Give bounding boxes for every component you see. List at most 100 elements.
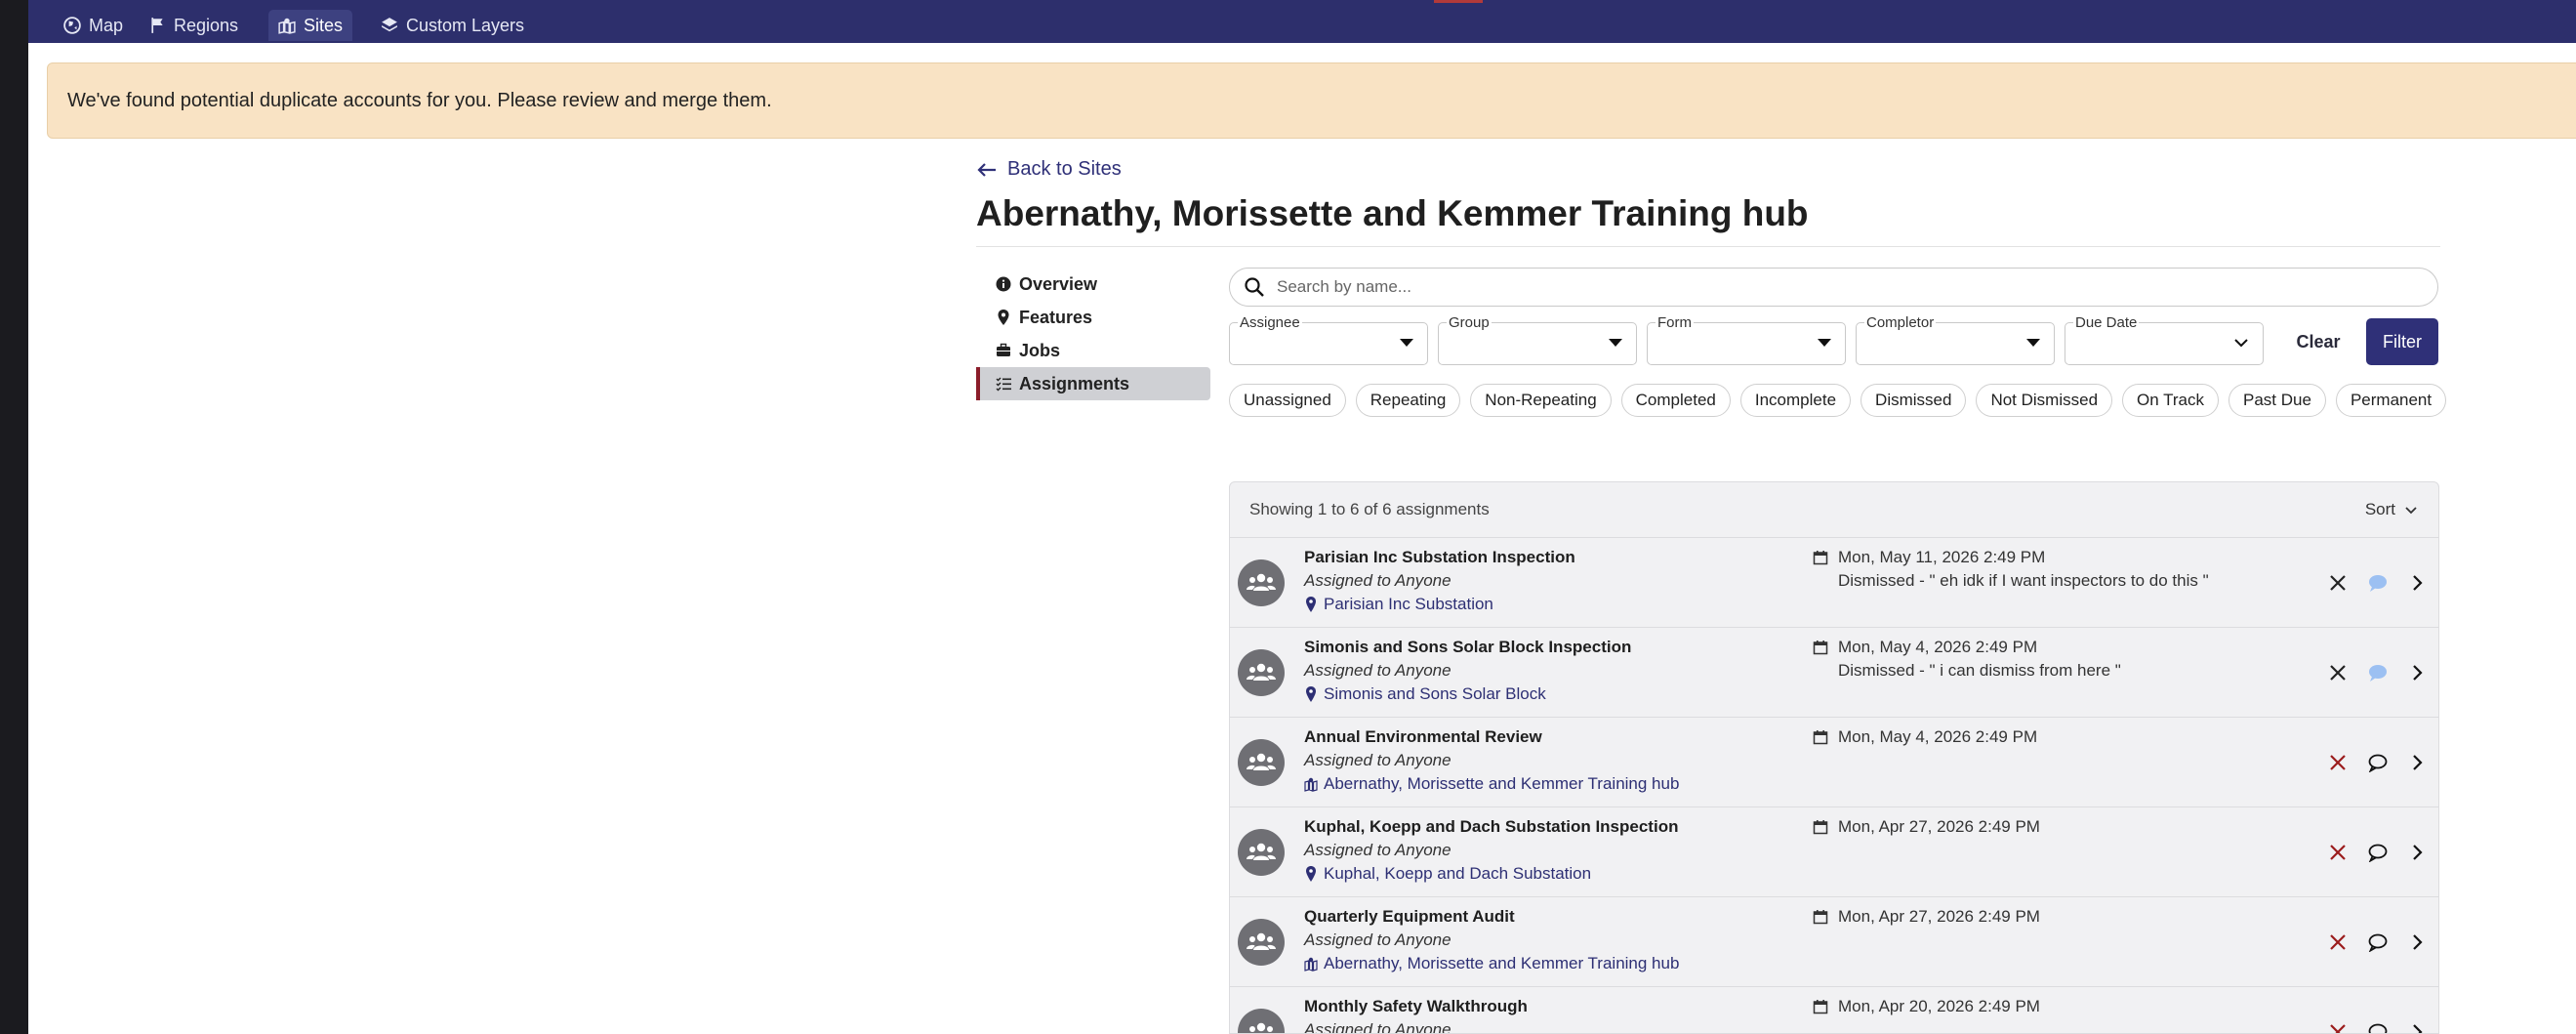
sort-label: Sort xyxy=(2364,500,2395,518)
assignee-text: Assigned to Anyone xyxy=(1304,661,1452,680)
nav-regions[interactable]: Regions xyxy=(139,10,248,41)
comment-outline-icon[interactable] xyxy=(2367,1022,2389,1034)
dismiss-icon[interactable] xyxy=(2328,1022,2348,1034)
sort-dropdown[interactable]: Sort xyxy=(2365,500,2419,519)
chip-past-due[interactable]: Past Due xyxy=(2228,384,2326,417)
assignment-row[interactable]: Monthly Safety Walkthrough Assigned to An… xyxy=(1230,987,2438,1034)
form-label: Form xyxy=(1656,314,1694,331)
dismiss-icon[interactable] xyxy=(2328,573,2348,593)
chevron-right-icon[interactable] xyxy=(2410,933,2424,951)
chip-on-track[interactable]: On Track xyxy=(2122,384,2220,417)
assignment-row[interactable]: Simonis and Sons Solar Block Inspection A… xyxy=(1230,628,2438,718)
dismiss-icon[interactable] xyxy=(2328,932,2348,952)
comment-outline-icon[interactable] xyxy=(2367,753,2389,772)
nav-sites[interactable]: Sites xyxy=(268,10,353,41)
chevron-right-icon[interactable] xyxy=(2410,844,2424,861)
assignment-title[interactable]: Annual Environmental Review xyxy=(1304,727,1542,747)
users-icon xyxy=(1247,843,1276,860)
group-select[interactable]: Group xyxy=(1438,314,1637,365)
chevron-right-icon[interactable] xyxy=(2410,754,2424,771)
group-avatar xyxy=(1238,739,1285,786)
assignment-row[interactable]: Annual Environmental Review Assigned to A… xyxy=(1230,718,2438,807)
form-select[interactable]: Form xyxy=(1647,314,1846,365)
users-icon xyxy=(1247,663,1276,681)
assignment-title[interactable]: Simonis and Sons Solar Block Inspection xyxy=(1304,638,1631,657)
due-date: Mon, May 4, 2026 2:49 PM xyxy=(1813,727,2037,747)
nav-custom-layers-label: Custom Layers xyxy=(406,15,525,35)
due-date: Mon, Apr 27, 2026 2:49 PM xyxy=(1813,817,2040,837)
assignment-list: Showing 1 to 6 of 6 assignments Sort Par… xyxy=(1229,481,2439,1034)
assignment-row[interactable]: Kuphal, Koepp and Dach Substation Inspec… xyxy=(1230,807,2438,897)
back-to-sites-link[interactable]: Back to Sites xyxy=(976,158,1122,181)
dismiss-icon[interactable] xyxy=(2328,843,2348,862)
globe-icon xyxy=(63,17,81,34)
chip-repeating[interactable]: Repeating xyxy=(1355,384,1461,417)
due-date-select[interactable]: Due Date xyxy=(2065,314,2264,365)
chevron-right-icon[interactable] xyxy=(2410,574,2424,592)
location-link[interactable]: Simonis and Sons Solar Block xyxy=(1304,684,1546,704)
assignment-title[interactable]: Quarterly Equipment Audit xyxy=(1304,907,1515,927)
dismiss-icon[interactable] xyxy=(2328,663,2348,682)
side-item-features[interactable]: Features xyxy=(976,301,1210,334)
chip-completed[interactable]: Completed xyxy=(1620,384,1731,417)
assignee-text: Assigned to Anyone xyxy=(1304,841,1452,859)
completor-select[interactable]: Completor xyxy=(1856,314,2055,365)
nav-custom-layers[interactable]: Custom Layers xyxy=(371,10,534,41)
due-date-text: Mon, May 4, 2026 2:49 PM xyxy=(1838,638,2038,656)
assignment-title[interactable]: Monthly Safety Walkthrough xyxy=(1304,997,1528,1016)
side-item-label: Jobs xyxy=(1019,340,1061,360)
due-date: Mon, Apr 20, 2026 2:49 PM xyxy=(1813,997,2040,1016)
assignment-title[interactable]: Parisian Inc Substation Inspection xyxy=(1304,548,1575,567)
nav-accent-mark xyxy=(1434,0,1483,3)
chip-unassigned[interactable]: Unassigned xyxy=(1229,384,1346,417)
comment-filled-icon[interactable] xyxy=(2367,573,2389,593)
location-link[interactable]: Parisian Inc Substation xyxy=(1304,595,1493,614)
comment-outline-icon[interactable] xyxy=(2367,843,2389,862)
page-title: Abernathy, Morissette and Kemmer Trainin… xyxy=(976,193,1809,233)
filter-button[interactable]: Filter xyxy=(2366,318,2438,365)
chip-non-repeating[interactable]: Non-Repeating xyxy=(1470,384,1612,417)
nav-map[interactable]: Map xyxy=(54,10,133,41)
chip-permanent[interactable]: Permanent xyxy=(2335,384,2447,417)
dismiss-icon[interactable] xyxy=(2328,753,2348,772)
side-item-overview[interactable]: Overview xyxy=(976,268,1210,301)
chip-dismissed[interactable]: Dismissed xyxy=(1860,384,1967,417)
group-avatar xyxy=(1238,1009,1285,1033)
location-link[interactable]: Abernathy, Morissette and Kemmer Trainin… xyxy=(1304,774,1679,794)
group-avatar xyxy=(1238,559,1285,606)
side-item-label: Assignments xyxy=(1019,373,1130,393)
quick-filter-chips: Unassigned Repeating Non-Repeating Compl… xyxy=(1229,384,2449,417)
assignment-row[interactable]: Parisian Inc Substation Inspection Assign… xyxy=(1230,538,2438,628)
top-navigation: Map Regions Sites Custom Layers xyxy=(28,0,2576,43)
calendar-icon xyxy=(1813,730,1828,745)
assignment-row[interactable]: Quarterly Equipment Audit Assigned to Any… xyxy=(1230,897,2438,987)
location-link[interactable]: Kuphal, Koepp and Dach Substation xyxy=(1304,864,1591,884)
side-item-jobs[interactable]: Jobs xyxy=(976,334,1210,367)
assignment-title[interactable]: Kuphal, Koepp and Dach Substation Inspec… xyxy=(1304,817,1678,837)
site-icon xyxy=(1304,957,1318,972)
map-pin-icon xyxy=(1306,597,1316,612)
dismissed-note: Dismissed - " i can dismiss from here " xyxy=(1838,661,2121,680)
caret-down-icon xyxy=(1818,339,1831,347)
due-date-text: Mon, May 11, 2026 2:49 PM xyxy=(1838,548,2046,566)
chevron-right-icon[interactable] xyxy=(2410,1023,2424,1034)
clear-button[interactable]: Clear xyxy=(2284,318,2352,365)
group-avatar xyxy=(1238,919,1285,966)
results-summary: Showing 1 to 6 of 6 assignments xyxy=(1249,500,1490,518)
group-avatar xyxy=(1238,649,1285,696)
chip-not-dismissed[interactable]: Not Dismissed xyxy=(1976,384,2113,417)
location-link[interactable]: Abernathy, Morissette and Kemmer Trainin… xyxy=(1304,954,1679,973)
search-input[interactable] xyxy=(1277,277,2399,297)
alert-text: We've found potential duplicate accounts… xyxy=(67,89,772,111)
site-icon xyxy=(1304,777,1318,792)
chevron-right-icon[interactable] xyxy=(2410,664,2424,682)
comment-filled-icon[interactable] xyxy=(2367,663,2389,682)
comment-outline-icon[interactable] xyxy=(2367,932,2389,952)
search-bar[interactable] xyxy=(1229,268,2438,307)
assignee-label: Assignee xyxy=(1238,314,1302,331)
side-item-assignments[interactable]: Assignments xyxy=(976,367,1210,400)
due-date-text: Mon, Apr 27, 2026 2:49 PM xyxy=(1838,907,2040,926)
location-label: Simonis and Sons Solar Block xyxy=(1324,684,1546,703)
chip-incomplete[interactable]: Incomplete xyxy=(1739,384,1852,417)
assignee-select[interactable]: Assignee xyxy=(1229,314,1428,365)
